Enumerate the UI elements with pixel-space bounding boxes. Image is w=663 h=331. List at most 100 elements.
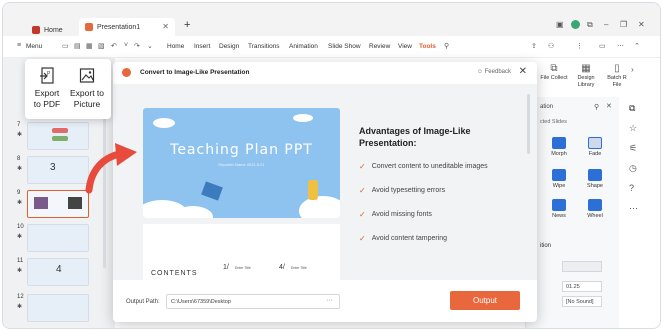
preview-scrollbar[interactable] <box>527 94 530 154</box>
fade-icon <box>588 137 602 149</box>
menu-view[interactable]: View <box>398 43 412 50</box>
output-path-value: C:\Users\67359\Desktop <box>171 299 231 305</box>
anim-shape[interactable]: Shape <box>581 169 609 189</box>
slide-thumbnail-selected[interactable] <box>27 190 89 218</box>
star-icon: ✱ <box>17 234 23 240</box>
star-icon: ✱ <box>17 304 23 310</box>
menu-review[interactable]: Review <box>369 43 390 50</box>
star-icon: ✱ <box>17 132 23 138</box>
more-horizontal-icon[interactable]: ⋯ <box>617 42 624 50</box>
advantage-item: ✓ Avoid content tampering <box>359 234 529 243</box>
anim-wipe[interactable]: Wipe <box>545 169 573 189</box>
new-file-icon[interactable]: ▭ <box>62 42 69 50</box>
hamburger-icon[interactable]: ≡ <box>17 42 21 49</box>
advantages-title: Advantages of Image-Like Presentation: <box>359 126 471 148</box>
design-library-label-1: Design <box>577 75 595 81</box>
menu-tools[interactable]: Tools <box>419 43 436 50</box>
undo-dropdown-icon[interactable]: ˅ <box>124 42 128 49</box>
anim-fade[interactable]: Fade <box>581 137 609 157</box>
panel-icon[interactable]: ▭ <box>599 42 606 50</box>
output-path-input[interactable]: C:\Users\67359\Desktop ··· <box>166 294 340 309</box>
search-icon[interactable]: ⚲ <box>444 42 449 50</box>
menu-bar: ≡ Menu ▭ ▤ ▦ ▧ ↶ ˅ ↷ ⌄ Home Insert Desig… <box>3 36 660 58</box>
restore-icon[interactable]: ❐ <box>620 20 627 29</box>
print-icon[interactable]: ▦ <box>86 42 93 50</box>
layout-icon[interactable]: ▣ <box>556 20 564 29</box>
file-collect-button[interactable]: ⧉ File Collect <box>539 63 569 82</box>
file-collect-icon: ⧉ <box>550 63 558 74</box>
effect-select[interactable] <box>562 261 602 272</box>
menu-home[interactable]: Home <box>167 43 184 50</box>
anim-wheel[interactable]: Wheel <box>581 199 609 219</box>
export-picture-icon <box>79 68 95 83</box>
settings-sliders-icon[interactable]: ⚟ <box>629 143 637 154</box>
export-to-pdf-button[interactable]: P Export to PDF <box>27 67 67 110</box>
design-library-button[interactable]: ▦ Design Library <box>573 63 599 89</box>
tab-close-icon[interactable]: ✕ <box>162 22 169 31</box>
menu-animation[interactable]: Animation <box>289 43 318 50</box>
user-icon[interactable]: ⚇ <box>548 42 554 50</box>
star-tool-icon[interactable]: ☆ <box>629 123 637 134</box>
slide2-item-2: Enter Title <box>291 266 307 270</box>
pin-icon[interactable]: ⚲ <box>594 103 599 111</box>
anim-label: Wheel <box>587 213 603 219</box>
redo-icon[interactable]: ↷ <box>134 42 140 50</box>
new-tab-icon[interactable]: + <box>184 19 190 31</box>
design-panel-icon[interactable]: ⧉ <box>629 103 635 114</box>
help-icon[interactable]: ? <box>629 183 634 193</box>
dialog-close-icon[interactable]: ✕ <box>519 66 527 77</box>
check-icon: ✓ <box>359 186 366 195</box>
star-icon: ✱ <box>17 268 23 274</box>
anim-label: Wipe <box>552 183 566 189</box>
avatar[interactable] <box>571 20 580 29</box>
batch-label-1: Batch R <box>607 75 627 81</box>
sound-select[interactable]: [No Sound] <box>562 296 602 307</box>
collapse-ribbon-icon[interactable]: ⌃ <box>634 42 640 50</box>
window-switch-icon[interactable]: ⧉ <box>587 20 593 30</box>
export-icon[interactable]: ▧ <box>98 42 105 50</box>
undo-icon[interactable]: ↶ <box>111 42 117 50</box>
close-window-icon[interactable]: ✕ <box>638 20 645 29</box>
slide-thumbnail[interactable] <box>27 294 89 322</box>
advantage-text: Avoid typesetting errors <box>371 187 446 194</box>
star-icon: ✱ <box>17 166 23 172</box>
anim-news[interactable]: News <box>545 199 573 219</box>
slide2-num-1: 1/ <box>223 264 229 271</box>
slide-thumbnail[interactable]: 3 <box>27 156 89 184</box>
section-label: ition <box>540 243 552 249</box>
anim-label: Fade <box>588 151 602 157</box>
wps-logo-icon <box>32 26 40 34</box>
batch-button[interactable]: ▯ Batch R File <box>605 63 629 89</box>
export-to-picture-button[interactable]: Export to Picture <box>67 67 107 110</box>
more-icon[interactable]: ⌄ <box>147 42 153 50</box>
menu-transitions[interactable]: Transitions <box>248 43 280 50</box>
advantage-item: ✓ Avoid typesetting errors <box>359 186 529 195</box>
menu-insert[interactable]: Insert <box>194 43 210 50</box>
slide-thumbnail[interactable] <box>27 224 89 252</box>
save-icon[interactable]: ▤ <box>74 42 81 50</box>
slide-number: 9 <box>17 190 21 196</box>
share-icon[interactable]: ⇪ <box>531 42 537 50</box>
menu-slide-show[interactable]: Slide Show <box>328 43 361 50</box>
menu-button[interactable]: Menu <box>26 43 42 50</box>
output-button[interactable]: Output <box>450 291 520 310</box>
tab-presentation[interactable]: Presentation1 ✕ <box>79 18 175 36</box>
more-options-icon[interactable]: ⋮ <box>576 42 583 50</box>
feedback-link[interactable]: ☺ Feedback <box>477 69 511 75</box>
panel-close-icon[interactable]: ✕ <box>606 102 612 110</box>
slide-preview: Teaching Plan PPT Reporter Name 2021.8.2… <box>143 108 340 218</box>
minimize-icon[interactable]: – <box>604 20 608 29</box>
ribbon-scroll-right-icon[interactable]: › <box>631 65 634 74</box>
browse-button[interactable]: ··· <box>326 297 333 304</box>
more-icon[interactable]: ⋯ <box>629 203 638 214</box>
history-icon[interactable]: ◷ <box>629 163 637 174</box>
duration-input[interactable]: 01.25 <box>562 281 602 292</box>
menu-design[interactable]: Design <box>219 43 239 50</box>
convert-dialog: Convert to Image-Like Presentation ☺ Fee… <box>113 62 537 322</box>
design-library-icon: ▦ <box>581 63 591 74</box>
advantage-text: Avoid missing fonts <box>371 211 432 218</box>
panel-title: ation <box>540 104 554 110</box>
anim-morph[interactable]: Morph <box>545 137 573 157</box>
slide-thumbnail[interactable] <box>27 122 89 150</box>
slide-thumbnail[interactable]: 4 <box>27 258 89 286</box>
